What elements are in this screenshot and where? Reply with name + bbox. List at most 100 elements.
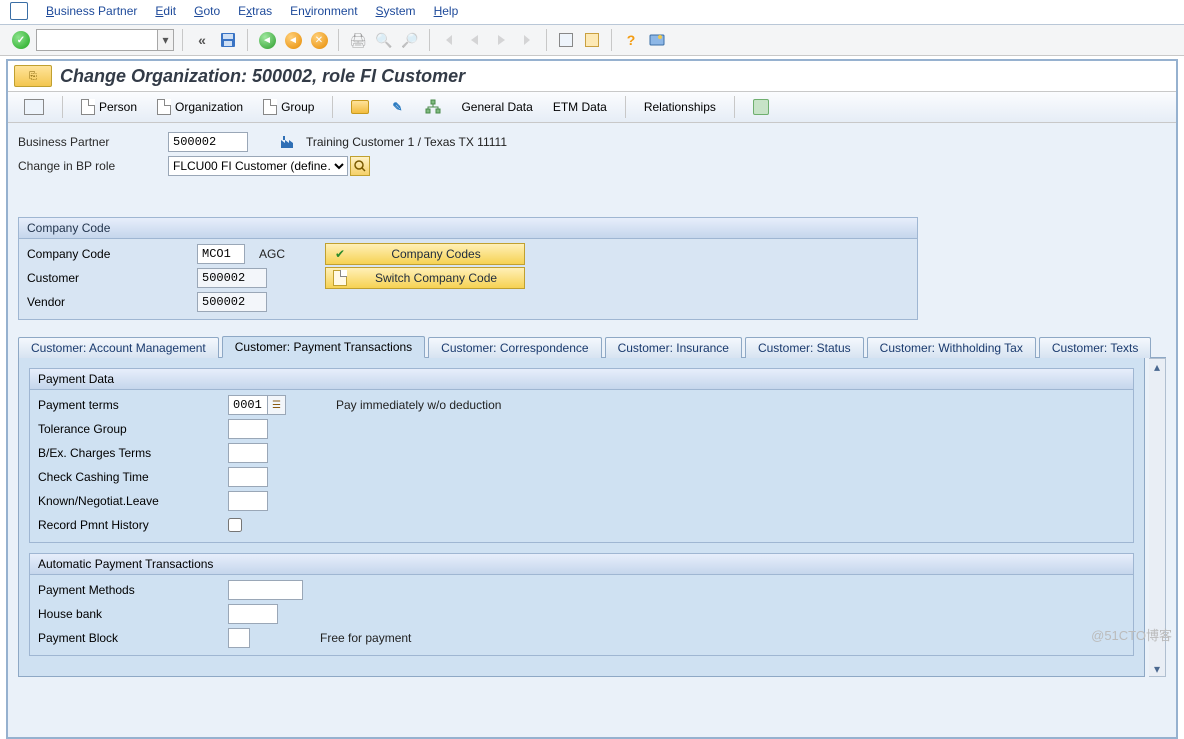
tree-button[interactable] — [419, 97, 447, 117]
shortcut-icon[interactable] — [581, 29, 603, 51]
payment-terms-desc: Pay immediately w/o deduction — [336, 398, 501, 412]
command-dropdown-icon[interactable]: ▾ — [157, 30, 173, 50]
tab-payment-transactions[interactable]: Customer: Payment Transactions — [222, 336, 425, 358]
customer-label: Customer — [27, 271, 197, 285]
house-bank-label: House bank — [38, 607, 228, 621]
prev-page-icon — [464, 29, 486, 51]
payment-terms-label: Payment terms — [38, 398, 228, 412]
app-icon[interactable]: ⵮ — [10, 2, 28, 20]
switch-cc-label: Switch Company Code — [354, 271, 518, 285]
menu-system[interactable]: System — [376, 4, 416, 18]
find-next-icon: 🔎 — [399, 29, 421, 51]
payment-terms-f4-icon[interactable]: ☰ — [268, 395, 286, 415]
etm-data-label: ETM Data — [553, 100, 607, 114]
tab-account-management[interactable]: Customer: Account Management — [18, 337, 219, 358]
relationships-button[interactable]: Relationships — [638, 98, 722, 116]
check-cashing-label: Check Cashing Time — [38, 470, 228, 484]
switch-company-code-button[interactable]: Switch Company Code — [325, 267, 525, 289]
payment-block-desc: Free for payment — [320, 631, 411, 645]
company-codes-button[interactable]: ✔ Company Codes — [325, 243, 525, 265]
tab-status[interactable]: Customer: Status — [745, 337, 864, 358]
scroll-up-icon[interactable]: ▴ — [1150, 359, 1165, 374]
document-icon — [81, 99, 95, 115]
tab-scrollbar[interactable]: ▴ ▾ — [1149, 358, 1166, 677]
nav-exit-icon[interactable]: ◄ — [282, 29, 304, 51]
payment-terms-input[interactable] — [228, 395, 268, 415]
payment-methods-label: Payment Methods — [38, 583, 228, 597]
menu-bp[interactable]: Business Partner — [46, 4, 137, 18]
bp-label: Business Partner — [18, 135, 168, 149]
organization-button[interactable]: Organization — [151, 97, 249, 117]
menu-goto[interactable]: Goto — [194, 4, 220, 18]
print-icon: 🖨 — [347, 29, 369, 51]
back-icon[interactable]: « — [191, 29, 213, 51]
save-icon[interactable] — [217, 29, 239, 51]
wand-icon: ✎ — [389, 99, 405, 115]
bp-input[interactable] — [168, 132, 248, 152]
check-cashing-input[interactable] — [228, 467, 268, 487]
person-button[interactable]: Person — [75, 97, 143, 117]
cc-label: Company Code — [27, 247, 197, 261]
cc-input[interactable] — [197, 244, 245, 264]
first-page-icon — [438, 29, 460, 51]
group-button[interactable]: Group — [257, 97, 320, 117]
menu-env[interactable]: Environment — [290, 4, 357, 18]
payment-methods-input[interactable] — [228, 580, 303, 600]
nav-cancel-icon[interactable]: ✕ — [308, 29, 330, 51]
document-icon — [332, 270, 348, 286]
folder-icon — [351, 100, 369, 114]
payment-data-title: Payment Data — [30, 369, 1133, 390]
company-codes-label: Company Codes — [354, 247, 518, 261]
general-data-label: General Data — [461, 100, 532, 114]
record-pmnt-history-checkbox[interactable] — [228, 518, 242, 532]
factory-icon — [278, 132, 298, 152]
document-icon — [263, 99, 277, 115]
cc-desc: AGC — [259, 247, 285, 261]
tab-withholding-tax[interactable]: Customer: Withholding Tax — [867, 337, 1036, 358]
tolerance-group-label: Tolerance Group — [38, 422, 228, 436]
customer-input — [197, 268, 267, 288]
role-select[interactable]: FLCU00 FI Customer (define… — [168, 156, 348, 176]
person-label: Person — [99, 100, 137, 114]
relationships-label: Relationships — [644, 100, 716, 114]
menu-extras[interactable]: Extras — [238, 4, 272, 18]
organization-label: Organization — [175, 100, 243, 114]
known-negotiat-label: Known/Negotiat.Leave — [38, 494, 228, 508]
command-input[interactable] — [37, 30, 157, 50]
wand-button[interactable]: ✎ — [383, 97, 411, 117]
nav-back-icon[interactable]: ◄ — [256, 29, 278, 51]
bex-charges-label: B/Ex. Charges Terms — [38, 446, 228, 460]
payment-block-input[interactable] — [228, 628, 250, 648]
etm-data-button[interactable]: ETM Data — [547, 98, 613, 116]
customize-icon[interactable] — [646, 29, 668, 51]
payment-block-label: Payment Block — [38, 631, 228, 645]
help-icon[interactable]: ? — [620, 29, 642, 51]
role-help-button[interactable] — [350, 156, 370, 176]
enter-icon[interactable]: ✓ — [10, 29, 32, 51]
vendor-input — [197, 292, 267, 312]
tolerance-group-input[interactable] — [228, 419, 268, 439]
find-icon: 🔍 — [373, 29, 395, 51]
bex-charges-input[interactable] — [228, 443, 268, 463]
page-title: Change Organization: 500002, role FI Cus… — [60, 66, 465, 87]
user-button[interactable] — [747, 97, 775, 117]
tab-insurance[interactable]: Customer: Insurance — [605, 337, 742, 358]
scroll-down-icon[interactable]: ▾ — [1150, 661, 1165, 676]
locate-button[interactable] — [18, 97, 50, 117]
open-button[interactable] — [345, 98, 375, 116]
menu-edit[interactable]: Edit — [155, 4, 176, 18]
auto-pay-title: Automatic Payment Transactions — [30, 554, 1133, 575]
new-session-icon[interactable] — [555, 29, 577, 51]
known-negotiat-input[interactable] — [228, 491, 268, 511]
next-page-icon — [490, 29, 512, 51]
last-page-icon — [516, 29, 538, 51]
companycode-panel-title: Company Code — [19, 218, 917, 239]
hierarchy-icon — [425, 99, 441, 115]
tab-correspondence[interactable]: Customer: Correspondence — [428, 337, 601, 358]
command-field[interactable]: ▾ — [36, 29, 174, 51]
general-data-button[interactable]: General Data — [455, 98, 538, 116]
menu-help[interactable]: Help — [434, 4, 459, 18]
vendor-label: Vendor — [27, 295, 197, 309]
house-bank-input[interactable] — [228, 604, 278, 624]
tab-texts[interactable]: Customer: Texts — [1039, 337, 1151, 358]
